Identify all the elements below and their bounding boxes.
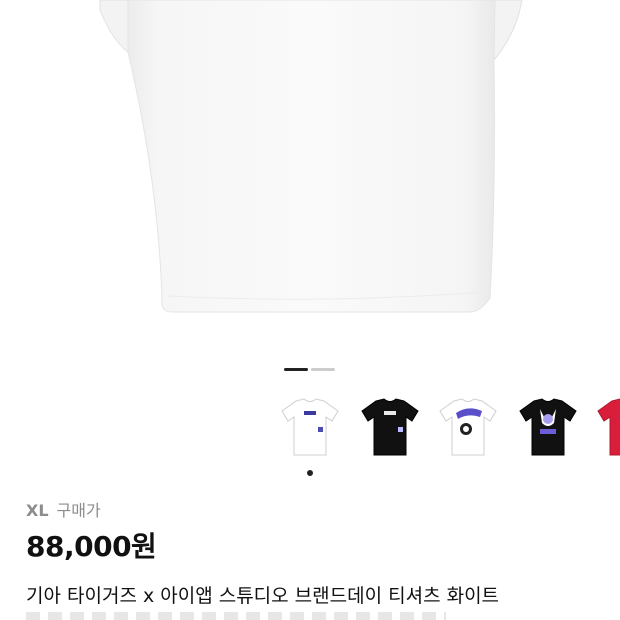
size-and-price-label: XL 구매가 — [26, 500, 156, 522]
product-subtitle-cutoff — [26, 612, 446, 620]
pager-indicator[interactable] — [311, 368, 335, 371]
size-label: XL — [26, 501, 49, 520]
product-main-image[interactable] — [0, 0, 620, 360]
white-graphic-tee-thumbnail[interactable] — [434, 392, 502, 464]
product-title: 기아 타이거즈 x 아이앱 스튜디오 브랜드데이 티셔츠 화이트 — [26, 585, 500, 607]
purchase-price-label: 구매가 — [56, 501, 101, 520]
red-tee-thumbnail[interactable] — [592, 392, 620, 464]
black-graphic-tee-thumbnail[interactable] — [514, 392, 582, 464]
thumbnail-strip[interactable] — [270, 392, 620, 464]
white-tshirt-image — [99, 0, 523, 313]
white-tee-thumbnail[interactable] — [276, 392, 344, 464]
selected-thumbnail-indicator — [307, 470, 313, 476]
price-section: XL 구매가 88,000원 — [26, 500, 157, 564]
pager-indicator-active[interactable] — [284, 368, 308, 371]
black-tee-thumbnail[interactable] — [356, 392, 424, 464]
image-pager[interactable] — [284, 368, 335, 371]
price-value: 88,000원 — [26, 530, 157, 563]
